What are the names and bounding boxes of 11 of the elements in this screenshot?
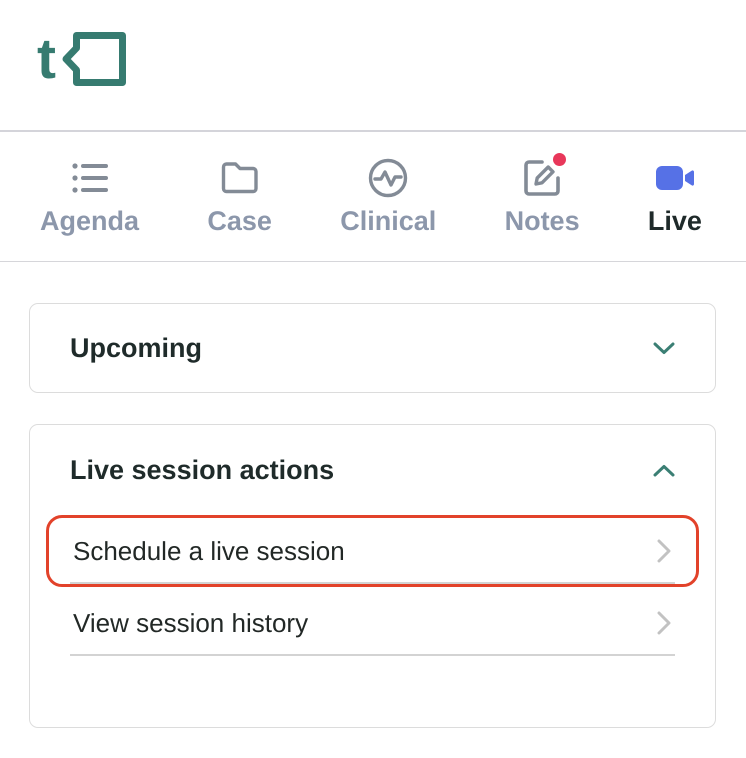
action-row[interactable]: View session history xyxy=(46,587,699,659)
chevron-right-icon xyxy=(657,539,671,563)
tab[interactable]: Live xyxy=(648,150,702,237)
speech-bubble-icon xyxy=(62,31,127,87)
section-header[interactable]: Live session actions xyxy=(70,425,675,515)
section-header[interactable]: Upcoming xyxy=(70,304,675,392)
logo-text: t xyxy=(37,29,56,89)
heartbeat-icon xyxy=(368,158,408,198)
action-row[interactable]: Schedule a live session xyxy=(46,515,699,587)
edit-icon xyxy=(522,158,562,198)
chevron-right-icon xyxy=(657,611,671,635)
